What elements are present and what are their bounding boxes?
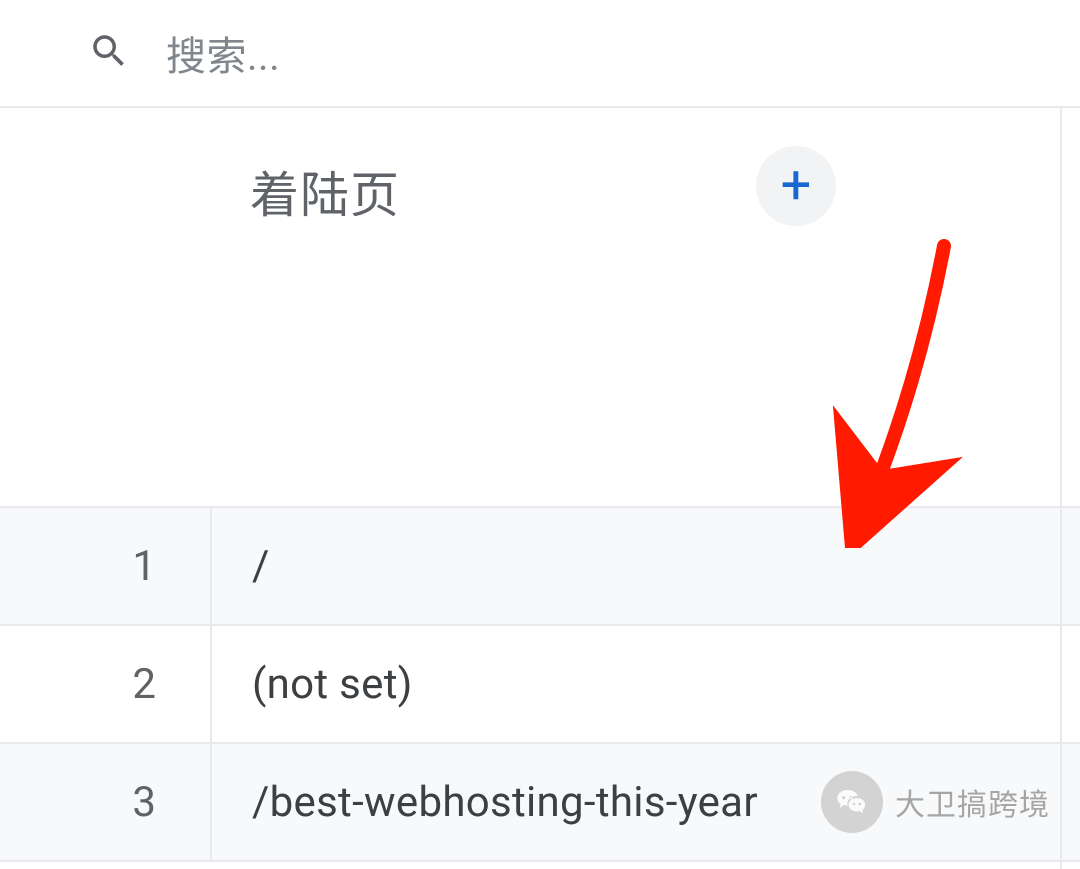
arrow-annotation bbox=[794, 238, 994, 548]
search-icon bbox=[88, 30, 130, 76]
row-value: /best-webhosting-this-year bbox=[212, 778, 758, 827]
row-index: 2 bbox=[0, 626, 212, 742]
table-row[interactable]: 1 / bbox=[0, 508, 1080, 626]
wechat-icon bbox=[821, 771, 883, 833]
watermark: 大卫搞跨境 bbox=[821, 771, 1050, 833]
column-title-landing-page: 着陆页 bbox=[250, 156, 400, 227]
plus-icon: + bbox=[781, 159, 812, 213]
row-index: 1 bbox=[0, 508, 212, 624]
add-dimension-button[interactable]: + bbox=[756, 146, 836, 226]
row-value: (not set) bbox=[212, 660, 413, 709]
watermark-text: 大卫搞跨境 bbox=[895, 780, 1050, 824]
row-value: / bbox=[212, 542, 270, 591]
table-row[interactable]: 2 (not set) bbox=[0, 626, 1080, 744]
column-divider bbox=[1060, 108, 1062, 869]
table-header: 着陆页 + bbox=[0, 106, 1080, 506]
search-placeholder: 搜索... bbox=[166, 24, 280, 82]
row-index: 3 bbox=[0, 744, 212, 860]
search-bar[interactable]: 搜索... bbox=[0, 0, 1080, 106]
